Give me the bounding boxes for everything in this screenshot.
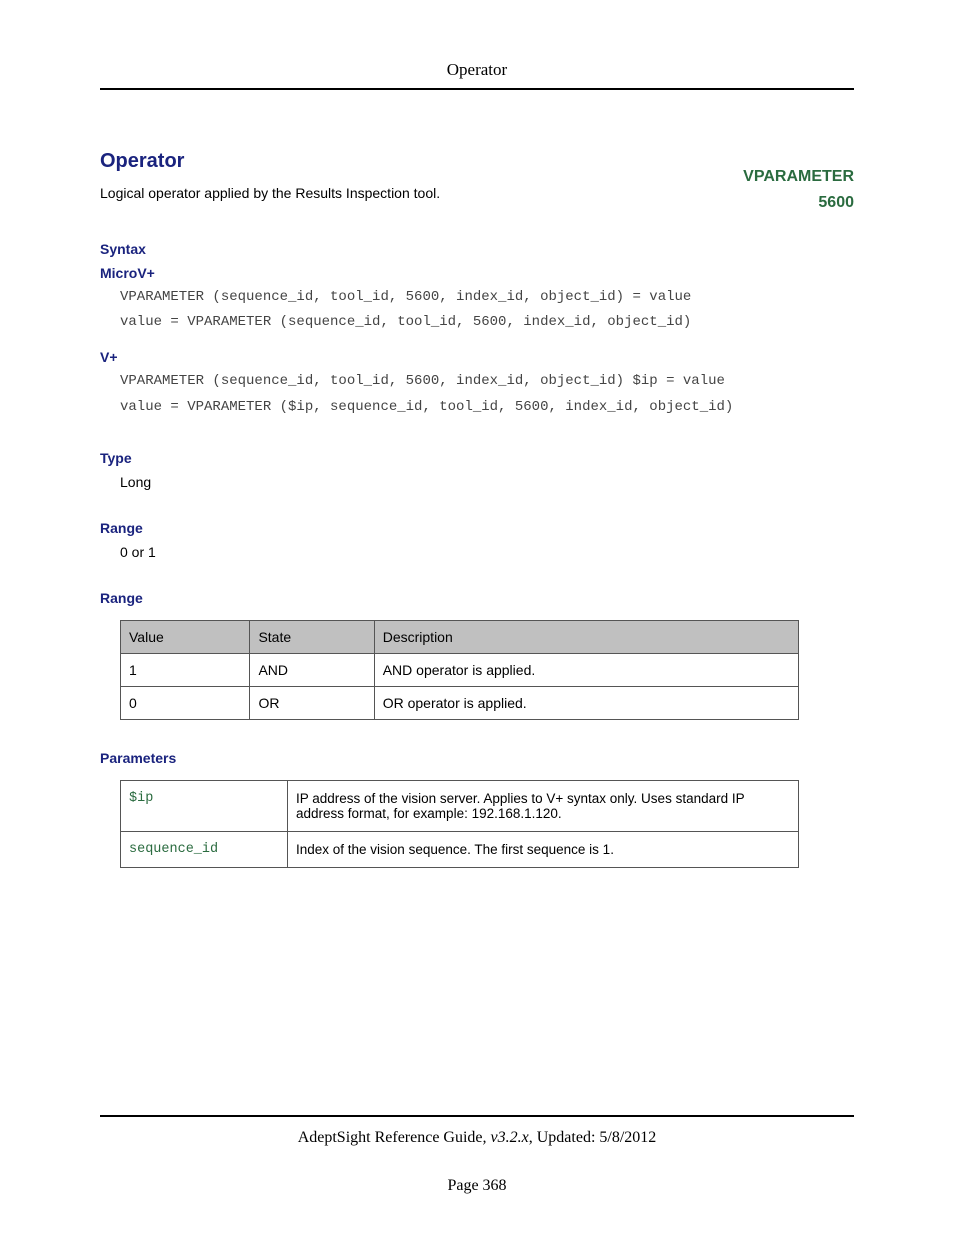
tag-code: 5600 <box>743 190 854 216</box>
table-row: sequence_id Index of the vision sequence… <box>121 831 799 867</box>
footer-version: , v3.2.x <box>483 1129 529 1146</box>
cell-value: 0 <box>121 686 250 719</box>
type-value: Long <box>100 474 854 490</box>
range2-heading: Range <box>100 590 854 606</box>
vplus-label: V+ <box>100 349 854 365</box>
col-value: Value <box>121 620 250 653</box>
param-name: $ip <box>121 780 288 831</box>
type-heading: Type <box>100 450 854 466</box>
col-desc: Description <box>374 620 798 653</box>
vplus-line1: VPARAMETER (sequence_id, tool_id, 5600, … <box>120 373 725 389</box>
vparameter-tag: VPARAMETER 5600 <box>743 164 854 215</box>
cell-state: OR <box>250 686 374 719</box>
tag-name: VPARAMETER <box>743 164 854 190</box>
param-desc: Index of the vision sequence. The first … <box>288 831 799 867</box>
vplus-line2: value = VPARAMETER ($ip, sequence_id, to… <box>120 399 733 415</box>
table-row: 0 OR OR operator is applied. <box>121 686 799 719</box>
page-header: Operator <box>100 60 854 90</box>
parameters-table: $ip IP address of the vision server. App… <box>120 780 799 868</box>
cell-value: 1 <box>121 653 250 686</box>
param-name: sequence_id <box>121 831 288 867</box>
table-header-row: Value State Description <box>121 620 799 653</box>
page-footer: AdeptSight Reference Guide, v3.2.x, Upda… <box>100 1115 854 1195</box>
state-table: Value State Description 1 AND AND operat… <box>120 620 799 720</box>
microv-line1: VPARAMETER (sequence_id, tool_id, 5600, … <box>120 289 691 305</box>
description-text: Logical operator applied by the Results … <box>100 185 854 201</box>
page-number: Page 368 <box>100 1177 854 1195</box>
table-row: 1 AND AND operator is applied. <box>121 653 799 686</box>
microv-label: MicroV+ <box>100 265 854 281</box>
cell-desc: OR operator is applied. <box>374 686 798 719</box>
param-desc: IP address of the vision server. Applies… <box>288 780 799 831</box>
parameters-heading: Parameters <box>100 750 854 766</box>
vplus-code: VPARAMETER (sequence_id, tool_id, 5600, … <box>100 369 854 419</box>
cell-desc: AND operator is applied. <box>374 653 798 686</box>
footer-line: AdeptSight Reference Guide, v3.2.x, Upda… <box>100 1115 854 1147</box>
title-row: Operator VPARAMETER 5600 <box>100 150 854 173</box>
footer-updated: , Updated: 5/8/2012 <box>529 1129 657 1146</box>
table-row: $ip IP address of the vision server. App… <box>121 780 799 831</box>
cell-state: AND <box>250 653 374 686</box>
footer-guide: AdeptSight Reference Guide <box>298 1129 483 1146</box>
microv-code: VPARAMETER (sequence_id, tool_id, 5600, … <box>100 285 854 335</box>
range1-heading: Range <box>100 520 854 536</box>
col-state: State <box>250 620 374 653</box>
header-title: Operator <box>447 60 507 79</box>
microv-line2: value = VPARAMETER (sequence_id, tool_id… <box>120 314 691 330</box>
page-title: Operator <box>100 150 854 173</box>
range1-value: 0 or 1 <box>100 544 854 560</box>
syntax-heading: Syntax <box>100 241 854 257</box>
